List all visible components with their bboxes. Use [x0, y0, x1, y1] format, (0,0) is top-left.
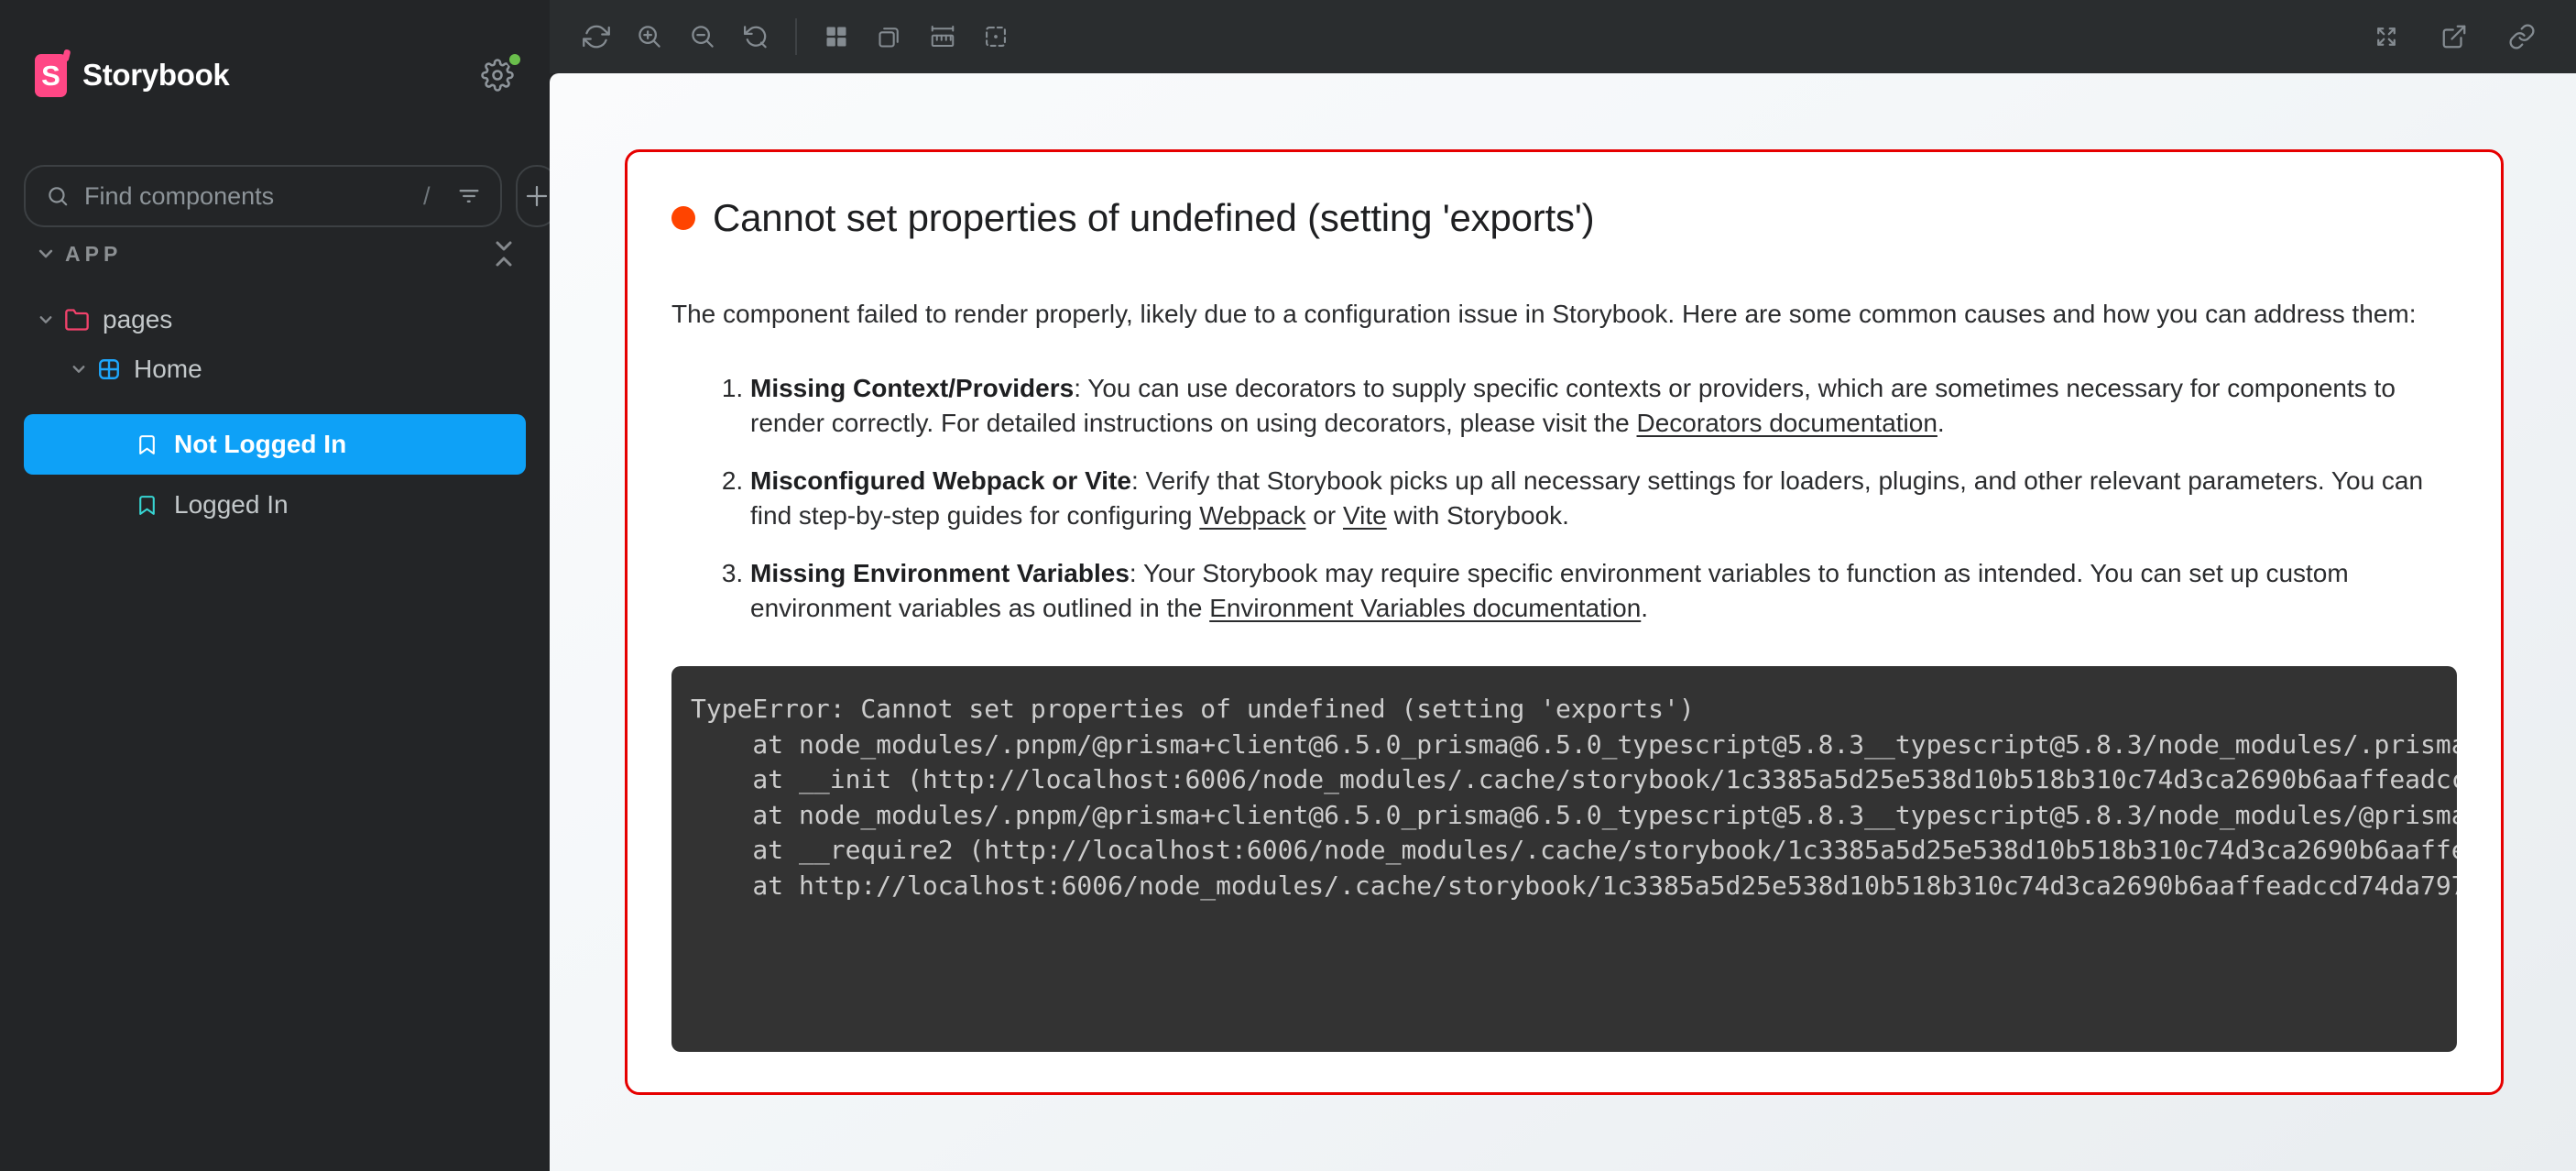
bookmark-icon [136, 493, 158, 518]
bookmark-icon [136, 432, 158, 457]
stack-trace-line: at node_modules/.pnpm/@prisma+client@6.5… [691, 728, 2438, 763]
zoom-in-icon [636, 23, 663, 50]
reset-zoom-button[interactable] [729, 10, 782, 63]
storybook-logo-icon: S [35, 54, 67, 97]
sidebar: S Storybook [0, 0, 550, 1171]
settings-menu-button[interactable] [476, 54, 518, 96]
fullscreen-button[interactable] [2360, 10, 2413, 63]
search-input[interactable] [82, 181, 410, 212]
notification-dot [507, 51, 523, 68]
outline-button[interactable] [969, 10, 1022, 63]
open-canvas-new-tab-button[interactable] [2428, 10, 2481, 63]
doc-link[interactable]: Decorators documentation [1637, 409, 1937, 437]
sidebar-item-home[interactable]: Home [0, 345, 550, 394]
stack-trace-line: at __init (http://localhost:6006/node_mo… [691, 762, 2438, 798]
chevron-down-icon[interactable] [37, 245, 55, 263]
measure-icon [929, 23, 956, 50]
backgrounds-button[interactable] [810, 10, 863, 63]
zoom-in-button[interactable] [623, 10, 676, 63]
search-box[interactable]: / [24, 165, 502, 227]
filter-icon[interactable] [456, 183, 482, 209]
story-tree: pages Home [0, 295, 550, 530]
doc-link[interactable]: Webpack [1199, 501, 1305, 530]
chevron-down-icon[interactable] [37, 312, 55, 328]
open-in-new-tab-icon [2440, 23, 2468, 50]
stack-trace-block[interactable]: TypeError: Cannot set properties of unde… [671, 666, 2457, 1052]
remount-icon [583, 23, 610, 50]
brand-title: Storybook [82, 58, 229, 93]
sidebar-item-logged-in[interactable]: Logged In [0, 480, 550, 530]
cause-list: Missing Context/Providers: You can use d… [671, 371, 2457, 626]
error-intro: The component failed to render properly,… [671, 297, 2457, 332]
cause-item: Misconfigured Webpack or Vite: Verify th… [750, 464, 2457, 533]
error-status-dot-icon [671, 206, 695, 230]
zoom-out-button[interactable] [676, 10, 729, 63]
collapse-all-button[interactable] [493, 237, 515, 270]
zoom-out-icon [689, 23, 716, 50]
search-row: / [24, 165, 529, 227]
sidebar-item-pages[interactable]: pages [0, 295, 550, 345]
viewport-button[interactable] [863, 10, 916, 63]
component-icon [97, 357, 121, 381]
cause-item: Missing Context/Providers: You can use d… [750, 371, 2457, 441]
doc-link[interactable]: Vite [1343, 501, 1387, 530]
error-panel: Cannot set properties of undefined (sett… [625, 149, 2504, 1095]
outline-icon [983, 24, 1009, 49]
error-title: Cannot set properties of undefined (sett… [713, 196, 1594, 240]
measure-button[interactable] [916, 10, 969, 63]
brand-row: S Storybook [35, 46, 518, 104]
search-icon [46, 184, 70, 208]
stack-trace-line: at http://localhost:6006/node_modules/.c… [691, 869, 2438, 904]
section-label: APP [65, 242, 122, 267]
cause-label: Missing Environment Variables [750, 559, 1130, 587]
folder-icon [64, 307, 90, 333]
cause-item: Missing Environment Variables: Your Stor… [750, 556, 2457, 626]
cause-label: Misconfigured Webpack or Vite [750, 466, 1131, 495]
tree-item-label: Logged In [174, 490, 289, 520]
error-title-row: Cannot set properties of undefined (sett… [671, 196, 2457, 240]
stack-trace-line: TypeError: Cannot set properties of unde… [691, 692, 2438, 728]
sidebar-section-app: APP [37, 235, 515, 273]
copy-link-button[interactable] [2495, 10, 2549, 63]
storybook-app: S Storybook [0, 0, 2576, 1171]
plus-icon [523, 182, 551, 210]
doc-link[interactable]: Environment Variables documentation [1209, 594, 1641, 622]
stack-trace-line: at __require2 (http://localhost:6006/nod… [691, 833, 2438, 869]
collapse-all-icon [493, 237, 515, 270]
storybook-home-link[interactable]: S Storybook [35, 54, 229, 97]
slash-shortcut-key: / [423, 182, 431, 211]
tree-item-label: Not Logged In [174, 430, 346, 459]
tree-item-label: pages [103, 305, 172, 334]
toolbar-right-group [2360, 10, 2549, 63]
toolbar-divider [795, 18, 797, 55]
copy-link-icon [2508, 23, 2536, 50]
main-area: Cannot set properties of undefined (sett… [550, 0, 2576, 1171]
sidebar-item-not-logged-in[interactable]: Not Logged In [24, 414, 526, 475]
cause-label: Missing Context/Providers [750, 374, 1074, 402]
fullscreen-icon [2373, 23, 2400, 50]
chevron-down-icon[interactable] [70, 361, 88, 378]
canvas-toolbar [550, 0, 2576, 73]
stack-trace-line: at node_modules/.pnpm/@prisma+client@6.5… [691, 798, 2438, 834]
backgrounds-grid-icon [824, 24, 849, 49]
remount-button[interactable] [570, 10, 623, 63]
tree-item-label: Home [134, 355, 202, 384]
preview-canvas: Cannot set properties of undefined (sett… [550, 73, 2576, 1171]
reset-zoom-icon [742, 23, 770, 50]
logo-letter: S [41, 61, 60, 90]
viewport-icon [877, 24, 902, 49]
